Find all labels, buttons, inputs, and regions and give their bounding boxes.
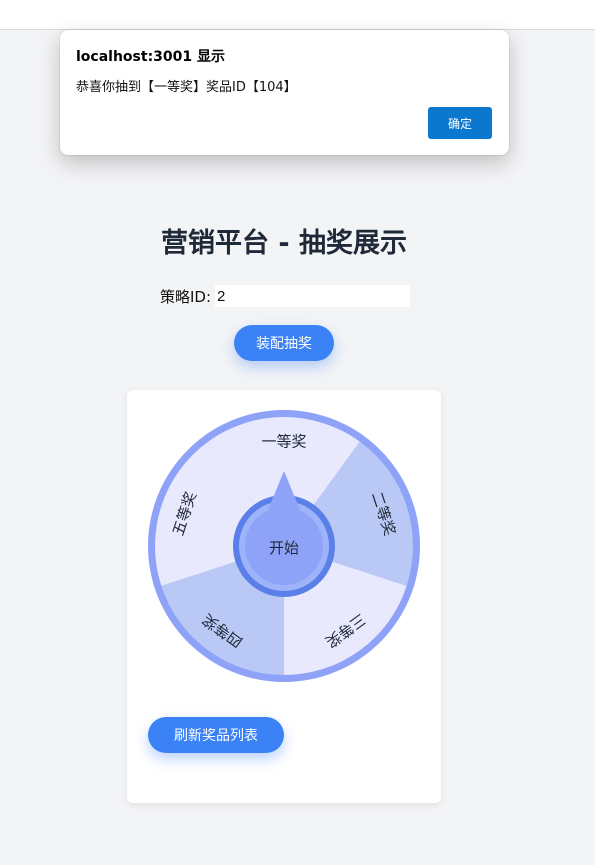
page-title: 营销平台 - 抽奖展示 bbox=[160, 228, 407, 259]
wheel-svg: 一等奖二等奖三等奖四等奖五等奖 开始 bbox=[148, 410, 420, 682]
wheel-prize-label: 一等奖 bbox=[261, 433, 306, 451]
dialog-ok-button[interactable]: 确定 bbox=[428, 107, 492, 139]
refresh-prize-list-button[interactable]: 刷新奖品列表 bbox=[148, 717, 284, 753]
browser-top-bar bbox=[0, 0, 595, 30]
assemble-lottery-button[interactable]: 装配抽奖 bbox=[234, 325, 334, 361]
dialog-message: 恭喜你抽到【一等奖】奖品ID【104】 bbox=[76, 80, 297, 95]
strategy-id-input[interactable] bbox=[215, 285, 411, 307]
lottery-wheel[interactable]: 一等奖 二等奖 三等奖 四等奖 五等奖 开始 bbox=[148, 410, 420, 682]
alert-dialog: localhost:3001 显示 恭喜你抽到【一等奖】奖品ID【104】 确定 bbox=[60, 30, 509, 155]
strategy-row: 策略ID: bbox=[160, 285, 411, 307]
dialog-title: localhost:3001 显示 bbox=[76, 49, 226, 65]
strategy-id-label: 策略ID: bbox=[160, 287, 212, 306]
start-button-label: 开始 bbox=[269, 539, 299, 557]
